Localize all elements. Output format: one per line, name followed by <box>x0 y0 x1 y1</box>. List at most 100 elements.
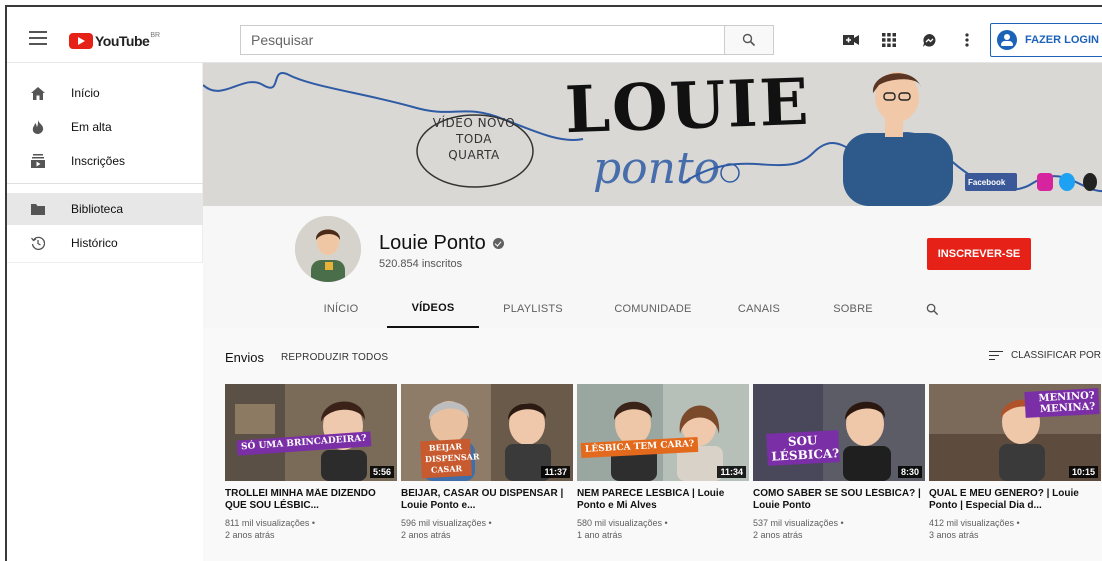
video-duration: 8:30 <box>897 466 922 478</box>
video-views: 596 mil visualizações • <box>401 518 492 528</box>
youtube-window: YouTube BR Pesquisar FAZER LOGIN Início <box>5 5 1102 561</box>
apps-grid-icon[interactable] <box>879 31 899 49</box>
sidebar-item-label: Histórico <box>71 236 118 250</box>
subscriber-count: 520.854 inscritos <box>379 258 463 270</box>
verified-icon <box>492 238 504 249</box>
video-age: 2 anos atrás <box>225 530 275 540</box>
twitter-icon[interactable] <box>1059 173 1075 191</box>
youtube-logo[interactable]: YouTube BR <box>69 32 160 50</box>
sidebar: Início Em alta Inscrições Biblioteca His… <box>7 63 203 263</box>
tab-about[interactable]: SOBRE <box>823 290 883 328</box>
home-icon <box>31 86 45 100</box>
sidebar-item-label: Biblioteca <box>71 202 124 216</box>
sort-icon <box>989 350 1003 361</box>
account-icon <box>997 30 1017 50</box>
youtube-play-icon <box>69 33 93 49</box>
search-placeholder: Pesquisar <box>251 32 314 48</box>
video-age: 1 ano atrás <box>577 530 623 540</box>
thumbnail-overlay: BEIJAR DISPENSAR CASAR <box>420 438 480 479</box>
more-vert-icon[interactable] <box>957 31 977 49</box>
video-views: 412 mil visualizações • <box>929 518 1020 528</box>
channel-banner: VÍDEO NOVO TODA QUARTA LOUIE ponto Faceb… <box>203 63 1102 206</box>
video-thumbnail[interactable]: BEIJAR DISPENSAR CASAR 11:37 <box>401 384 573 481</box>
sidebar-item-library[interactable]: Biblioteca <box>7 193 203 225</box>
login-button[interactable]: FAZER LOGIN <box>990 23 1102 57</box>
sidebar-item-label: Inscrições <box>71 154 126 168</box>
video-duration: 11:37 <box>541 466 570 478</box>
banner-badge-line2: TODA QUARTA <box>448 132 500 162</box>
create-video-icon[interactable] <box>841 31 861 49</box>
logo-text: YouTube <box>95 33 150 49</box>
video-title[interactable]: BEIJAR, CASAR OU DISPENSAR | Louie Ponto… <box>401 488 573 512</box>
sidebar-item-subscriptions[interactable]: Inscrições <box>7 145 203 177</box>
tab-playlists[interactable]: PLAYLISTS <box>493 290 573 328</box>
sidebar-item-home[interactable]: Início <box>7 77 203 109</box>
sidebar-item-label: Em alta <box>71 120 112 134</box>
video-card[interactable]: SÓ UMA BRINCADEIRA? 5:56 TROLLEI MINHA M… <box>225 384 397 541</box>
channel-avatar[interactable] <box>295 216 361 282</box>
subscriptions-icon <box>31 154 45 168</box>
video-title[interactable]: TROLLEI MINHA MÃE DIZENDO QUE SOU LÉSBIC… <box>225 488 397 512</box>
banner-badge-line1: VÍDEO NOVO <box>432 116 516 130</box>
menu-icon[interactable] <box>29 31 47 45</box>
video-thumbnail[interactable]: SÓ UMA BRINCADEIRA? 5:56 <box>225 384 397 481</box>
video-card[interactable]: BEIJAR DISPENSAR CASAR 11:37 BEIJAR, CAS… <box>401 384 573 541</box>
video-duration: 11:34 <box>717 466 746 478</box>
search-input[interactable]: Pesquisar <box>240 25 724 55</box>
video-thumbnail[interactable]: SOU LÉSBICA? 8:30 <box>753 384 925 481</box>
video-views: 811 mil visualizações • <box>225 518 316 528</box>
video-views: 580 mil visualizações • <box>577 518 668 528</box>
sidebar-item-trending[interactable]: Em alta <box>7 111 203 143</box>
video-card[interactable]: SOU LÉSBICA? 8:30 COMO SABER SE SOU LÉSB… <box>753 384 925 541</box>
banner-badge: VÍDEO NOVO TODA QUARTA <box>431 115 517 163</box>
sidebar-item-history[interactable]: Histórico <box>7 227 203 259</box>
library-icon <box>31 202 45 216</box>
video-duration: 10:15 <box>1068 466 1098 478</box>
section-title: Envios <box>225 350 265 365</box>
play-all-button[interactable]: REPRODUZIR TODOS <box>281 352 388 363</box>
video-title[interactable]: QUAL E MEU GENERO? | Louie Ponto | Espec… <box>929 488 1101 512</box>
thumbnail-overlay: SOU LÉSBICA? <box>766 430 840 466</box>
channel-name: Louie Ponto <box>379 232 486 254</box>
video-thumbnail[interactable]: LÉSBICA TEM CARA? 11:34 <box>577 384 749 481</box>
uploads-section: Envios REPRODUZIR TODOS CLASSIFICAR POR … <box>203 328 1102 561</box>
video-duration: 5:56 <box>369 466 394 478</box>
banner-title: LOUIE <box>563 64 812 149</box>
channel-header: Louie Ponto 520.854 inscritos INSCREVER-… <box>203 206 1102 328</box>
tab-channels[interactable]: CANAIS <box>729 290 789 328</box>
video-title[interactable]: NEM PARECE LESBICA | Louie Ponto e Mi Al… <box>577 488 749 512</box>
video-card[interactable]: LÉSBICA TEM CARA? 11:34 NEM PARECE LESBI… <box>577 384 749 541</box>
trending-icon <box>31 120 45 134</box>
subscribe-button[interactable]: INSCREVER-SE <box>927 238 1031 270</box>
tab-home[interactable]: INÍCIO <box>311 290 371 328</box>
sidebar-item-label: Início <box>71 86 100 100</box>
video-age: 2 anos atrás <box>401 530 451 540</box>
tab-videos[interactable]: VÍDEOS <box>387 290 479 328</box>
tab-community[interactable]: COMUNIDADE <box>605 290 701 328</box>
video-card[interactable]: MENINO? MENINA? 10:15 QUAL E MEU GENERO?… <box>929 384 1101 541</box>
video-age: 3 anos atrás <box>929 530 979 540</box>
messages-icon[interactable] <box>919 31 939 49</box>
top-bar: YouTube BR Pesquisar FAZER LOGIN <box>7 7 1102 63</box>
search-icon <box>742 33 756 47</box>
search-button[interactable] <box>724 25 774 55</box>
sort-label: CLASSIFICAR POR <box>1011 350 1102 361</box>
thumbnail-overlay: MENINO? MENINA? <box>1024 388 1100 418</box>
sort-button[interactable]: CLASSIFICAR POR <box>989 350 1101 361</box>
video-title[interactable]: COMO SABER SE SOU LÉSBICA? | Louie Ponto <box>753 488 925 512</box>
login-label: FAZER LOGIN <box>1025 34 1099 46</box>
channel-search-icon[interactable] <box>917 290 947 328</box>
logo-region: BR <box>150 32 161 39</box>
video-views: 537 mil visualizações • <box>753 518 844 528</box>
channel-tabs: INÍCIO VÍDEOS PLAYLISTS COMUNIDADE CANAI… <box>203 290 1102 328</box>
history-icon <box>31 236 45 250</box>
banner-script: ponto <box>593 143 721 194</box>
social-link-icon[interactable] <box>1083 173 1097 191</box>
video-thumbnail[interactable]: MENINO? MENINA? 10:15 <box>929 384 1101 481</box>
channel-name-row: Louie Ponto <box>379 232 504 255</box>
facebook-label: Facebook <box>968 177 1006 187</box>
facebook-link[interactable]: Facebook <box>965 173 1017 191</box>
sidebar-divider <box>7 183 203 184</box>
video-age: 2 anos atrás <box>753 530 803 540</box>
instagram-icon[interactable] <box>1037 173 1053 191</box>
